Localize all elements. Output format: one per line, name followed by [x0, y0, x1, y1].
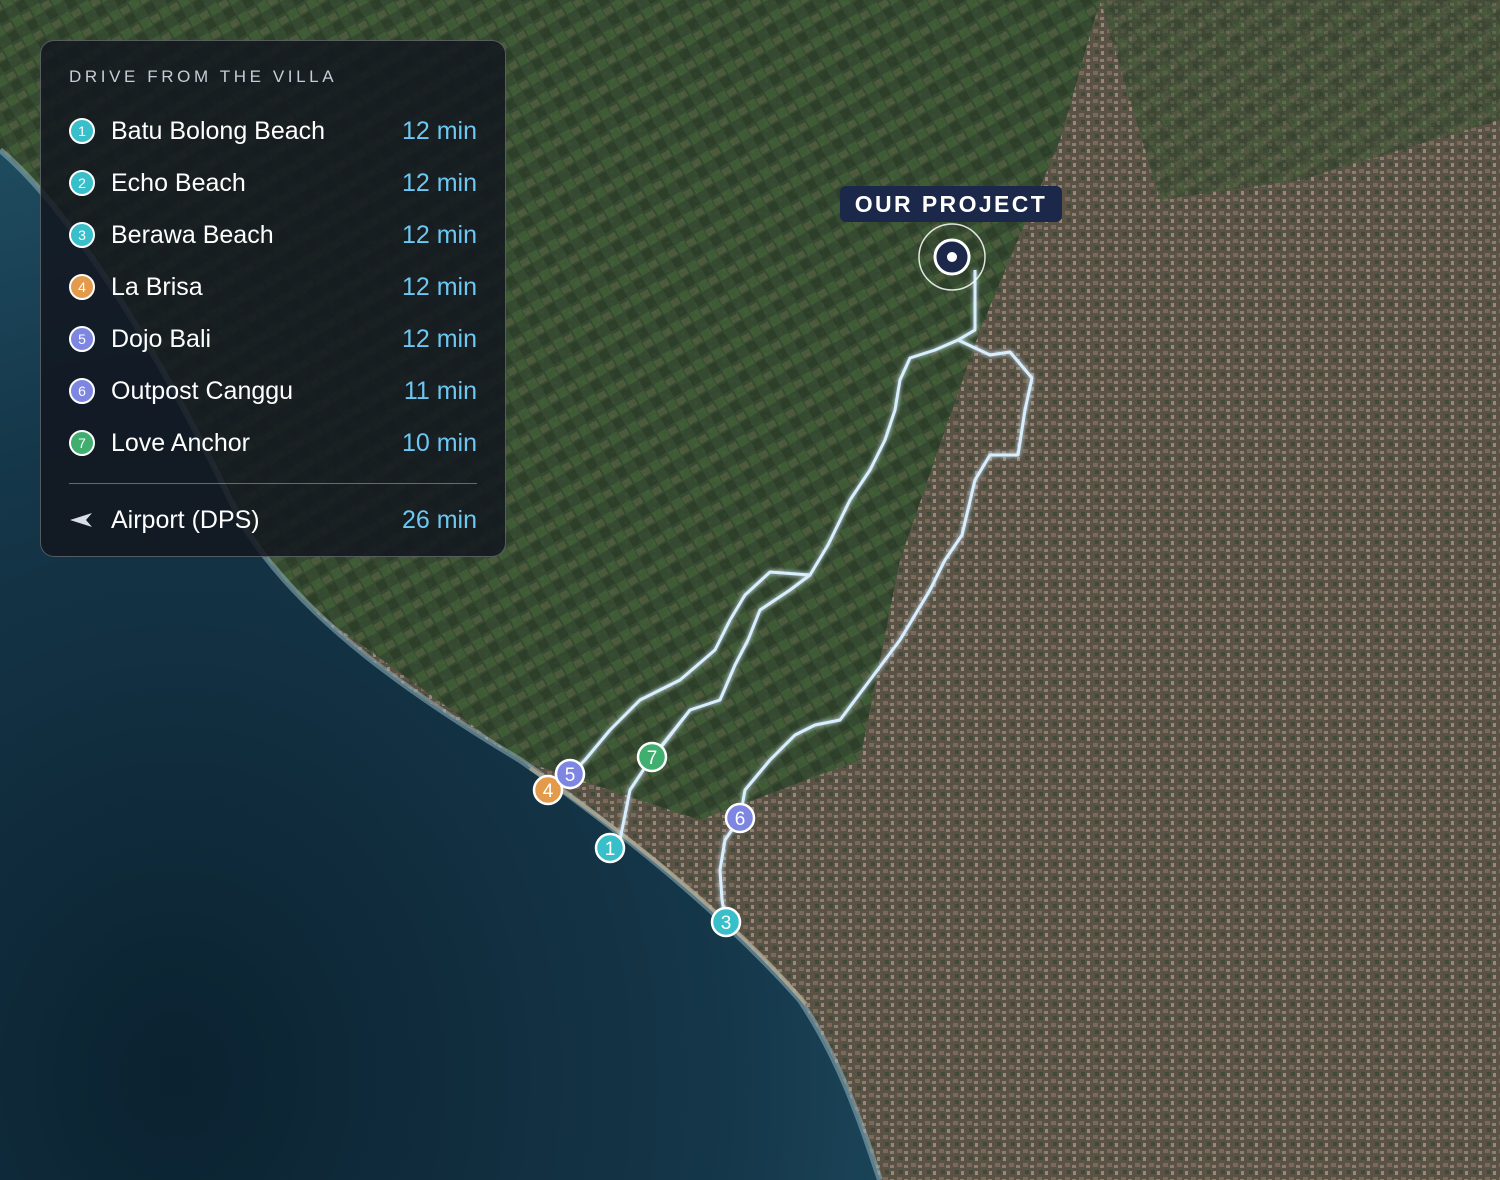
legend-item[interactable]: 6 Outpost Canggu 11 min — [69, 365, 477, 417]
legend-airport-name: Airport (DPS) — [111, 505, 260, 534]
map-marker-6[interactable]: 6 — [724, 802, 756, 834]
marker-label: 4 — [543, 781, 554, 802]
legend-item-name: Batu Bolong Beach — [111, 116, 326, 145]
legend-item-time: 12 min — [401, 168, 477, 197]
legend-number-badge: 3 — [69, 222, 95, 248]
legend-number-badge: 7 — [69, 430, 95, 456]
legend-number-badge: 4 — [69, 274, 95, 300]
marker-label: 3 — [721, 913, 732, 934]
legend-number-badge: 5 — [69, 326, 95, 352]
legend-number-badge: 2 — [69, 170, 95, 196]
legend-item-name: Love Anchor — [111, 428, 250, 457]
drive-times-legend: DRIVE FROM THE VILLA 1 Batu Bolong Beach… — [40, 40, 506, 557]
marker-label: 6 — [735, 809, 746, 830]
marker-label: 5 — [565, 765, 576, 786]
legend-item-name: Outpost Canggu — [111, 376, 294, 405]
legend-item-name: La Brisa — [111, 272, 203, 301]
legend-item-time: 12 min — [401, 324, 477, 353]
legend-item-time: 12 min — [401, 272, 477, 301]
legend-item[interactable]: 1 Batu Bolong Beach 12 min — [69, 105, 477, 157]
legend-item-name: Dojo Bali — [111, 324, 212, 353]
map-marker-7[interactable]: 7 — [636, 741, 668, 773]
legend-item[interactable]: 3 Berawa Beach 12 min — [69, 209, 477, 261]
legend-divider — [69, 483, 477, 484]
project-label-text: OUR PROJECT — [854, 190, 1048, 217]
legend-number-badge: 6 — [69, 378, 95, 404]
project-label: OUR PROJECT — [840, 186, 1062, 222]
legend-item[interactable]: 2 Echo Beach 12 min — [69, 157, 477, 209]
legend-item[interactable]: 7 Love Anchor 10 min — [69, 417, 477, 469]
map-marker-3[interactable]: 3 — [710, 906, 742, 938]
legend-item-time: 12 min — [401, 116, 477, 145]
plane-arrow-icon — [69, 512, 95, 528]
legend-item[interactable]: 4 La Brisa 12 min — [69, 261, 477, 313]
legend-item-time: 12 min — [401, 220, 477, 249]
legend-number-badge: 1 — [69, 118, 95, 144]
map-marker-5[interactable]: 5 — [554, 758, 586, 790]
legend-title: DRIVE FROM THE VILLA — [69, 67, 338, 86]
marker-label: 7 — [647, 748, 658, 769]
legend-item-time: 11 min — [403, 376, 477, 405]
legend-item-name: Echo Beach — [111, 168, 246, 197]
legend-item-time: 10 min — [401, 428, 477, 457]
legend-airport-item[interactable]: Airport (DPS) 26 min — [69, 494, 477, 546]
marker-label: 1 — [605, 839, 616, 860]
legend-item-name: Berawa Beach — [111, 220, 274, 249]
map-marker-1[interactable]: 1 — [594, 832, 626, 864]
legend-item[interactable]: 5 Dojo Bali 12 min — [69, 313, 477, 365]
legend-airport-time: 26 min — [401, 505, 477, 534]
